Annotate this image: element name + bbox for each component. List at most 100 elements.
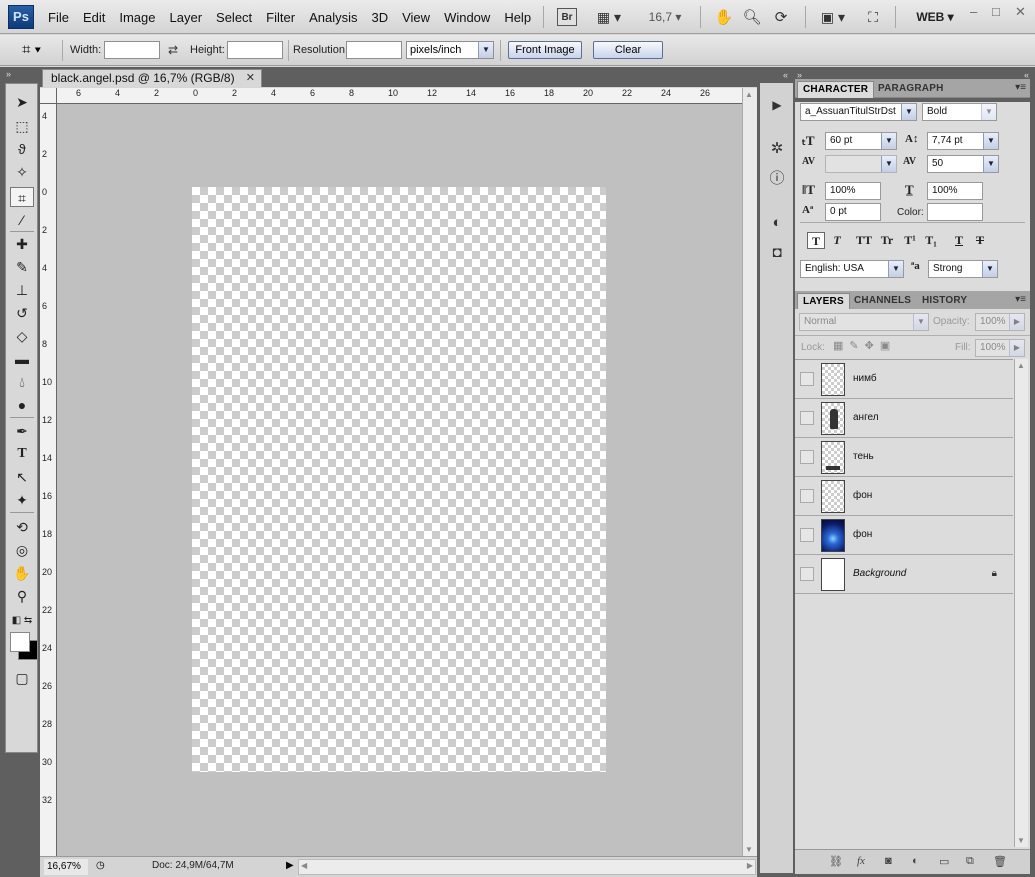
screen-mode-icon[interactable]: ⛶	[862, 6, 884, 28]
front-image-button[interactable]: Front Image	[508, 41, 582, 59]
minimize-icon[interactable]: –	[970, 4, 977, 19]
document-tab[interactable]: black.angel.psd @ 16,7% (RGB/8) ✕	[42, 69, 262, 87]
bridge-button[interactable]: Br	[557, 8, 577, 26]
info-icon[interactable]: ⓘ	[766, 169, 788, 189]
panel-menu-icon[interactable]: ▾≡	[1015, 294, 1026, 305]
workspace-switcher[interactable]: WEB ▾	[905, 6, 965, 28]
tracking-input[interactable]: 50 ▼	[927, 155, 999, 173]
3d-orbit-icon[interactable]: ◎	[10, 540, 34, 560]
resolution-input[interactable]	[346, 41, 402, 59]
vertical-ruler[interactable]: 4 2 0 2 4 6 8 10 12 14 16 18 20 22 24 26…	[40, 104, 57, 856]
menu-select[interactable]: Select	[209, 10, 259, 25]
layers-scrollbar[interactable]: ▲ ▼	[1014, 359, 1028, 847]
adjustments-icon[interactable]: ◐	[766, 213, 788, 233]
horizontal-scale-input[interactable]: 100%	[927, 182, 983, 200]
clone-stamp-icon[interactable]: ⊥	[10, 280, 34, 300]
scroll-up-icon[interactable]: ▲	[745, 90, 753, 99]
status-arrow-icon[interactable]: ▶	[286, 860, 294, 871]
all-caps-button[interactable]: TT	[855, 232, 873, 249]
navigator-icon[interactable]: ✲	[766, 139, 788, 159]
add-mask-icon[interactable]: ◙	[885, 855, 892, 867]
canvas-area[interactable]	[57, 104, 742, 856]
close-tab-icon[interactable]: ✕	[246, 70, 255, 87]
menu-image[interactable]: Image	[112, 10, 162, 25]
layer-style-icon[interactable]: fx	[857, 855, 865, 867]
eyedropper-icon[interactable]: ⁄	[10, 210, 34, 230]
superscript-button[interactable]: T¹	[901, 232, 919, 249]
restore-icon[interactable]: □	[992, 4, 1000, 19]
baseline-shift-input[interactable]: 0 pt	[825, 203, 881, 221]
zoom-level[interactable]: 16,7 ▾	[645, 6, 685, 28]
opacity-input[interactable]: 100% ▶	[975, 313, 1025, 331]
tab-channels[interactable]: CHANNELS	[849, 293, 916, 310]
trash-icon[interactable]: 🗑︎	[993, 855, 1007, 868]
font-family-select[interactable]: a_AssuanTitulStrDst ▼	[800, 103, 917, 121]
tab-paragraph[interactable]: PARAGRAPH	[873, 81, 949, 98]
menu-layer[interactable]: Layer	[163, 10, 210, 25]
menu-help[interactable]: Help	[497, 10, 538, 25]
shape-tool-icon[interactable]: ✦	[10, 490, 34, 510]
height-input[interactable]	[227, 41, 283, 59]
masks-icon[interactable]: ◘	[766, 243, 788, 263]
adjustment-layer-icon[interactable]: ◐	[912, 855, 919, 867]
new-layer-icon[interactable]: ⧉	[966, 855, 974, 868]
crop-tool-icon[interactable]: ⌗	[10, 187, 34, 207]
link-layers-icon[interactable]: ⛓	[829, 855, 843, 868]
small-caps-button[interactable]: Tr	[878, 232, 896, 249]
horizontal-scrollbar[interactable]: ◀ ▶	[298, 859, 756, 875]
subscript-button[interactable]: T₁	[922, 232, 940, 249]
visibility-toggle[interactable]	[800, 567, 814, 581]
visibility-toggle[interactable]	[800, 489, 814, 503]
default-colors-icon[interactable]: ◧ ⇆	[10, 611, 34, 631]
zoom-field[interactable]: 16,67%	[44, 859, 88, 875]
dodge-tool-icon[interactable]: ●	[10, 395, 34, 415]
visibility-toggle[interactable]	[800, 411, 814, 425]
arrange-documents-icon[interactable]: ▣ ▾	[815, 6, 851, 28]
menu-edit[interactable]: Edit	[76, 10, 112, 25]
healing-brush-icon[interactable]: ✚	[10, 234, 34, 254]
type-tool-icon[interactable]: T	[10, 444, 34, 464]
hand-tool-icon[interactable]: ✋	[10, 563, 34, 583]
text-color-swatch[interactable]	[927, 203, 983, 221]
menu-file[interactable]: File	[41, 10, 76, 25]
scroll-down-icon[interactable]: ▼	[745, 845, 753, 854]
resolution-unit-select[interactable]: pixels/inch ▼	[406, 41, 494, 59]
eraser-icon[interactable]: ◇	[10, 326, 34, 346]
layer-row[interactable]: ангел	[795, 399, 1013, 438]
panel-menu-icon[interactable]: ▾≡	[1015, 82, 1026, 93]
new-group-icon[interactable]: ▭	[939, 855, 949, 868]
hand-icon[interactable]: ✋	[714, 6, 734, 28]
tab-layers[interactable]: LAYERS	[797, 293, 850, 310]
gradient-tool-icon[interactable]: ▬	[10, 349, 34, 369]
faux-italic-button[interactable]: T	[828, 232, 846, 249]
layer-row[interactable]: фон	[795, 477, 1013, 516]
visibility-toggle[interactable]	[800, 450, 814, 464]
3d-rotate-icon[interactable]: ⟲	[10, 517, 34, 537]
lock-options-icon[interactable]: ▦✎✥▣	[833, 339, 896, 352]
scroll-up-icon[interactable]: ▲	[1017, 361, 1025, 370]
close-icon[interactable]: ✕	[1015, 4, 1026, 20]
width-input[interactable]	[104, 41, 160, 59]
visibility-toggle[interactable]	[800, 372, 814, 386]
underline-button[interactable]: T	[950, 232, 968, 249]
fill-input[interactable]: 100% ▶	[975, 339, 1025, 357]
swap-icon[interactable]: ⇄	[168, 43, 178, 57]
path-selection-icon[interactable]: ↖	[10, 467, 34, 487]
zoom-tool-icon[interactable]: ⚲	[10, 586, 34, 606]
expand-icon[interactable]: «	[783, 70, 788, 80]
quick-mask-icon[interactable]: ▢	[10, 668, 34, 688]
move-tool-icon[interactable]: ➤	[10, 92, 34, 112]
marquee-tool-icon[interactable]: ⬚	[10, 116, 34, 136]
history-brush-icon[interactable]: ↺	[10, 303, 34, 323]
collapse-icon[interactable]: »	[6, 69, 11, 79]
scroll-left-icon[interactable]: ◀	[301, 861, 307, 870]
antialias-select[interactable]: Strong ▼	[928, 260, 998, 278]
menu-view[interactable]: View	[395, 10, 437, 25]
foreground-color-swatch[interactable]	[10, 632, 30, 652]
leading-input[interactable]: 7,74 pt ▼	[927, 132, 999, 150]
scroll-right-icon[interactable]: ▶	[747, 861, 753, 870]
zoom-icon[interactable]: 🔍︎	[742, 6, 762, 28]
layer-row[interactable]: фон	[795, 516, 1013, 555]
layer-row[interactable]: тень	[795, 438, 1013, 477]
menu-filter[interactable]: Filter	[259, 10, 302, 25]
